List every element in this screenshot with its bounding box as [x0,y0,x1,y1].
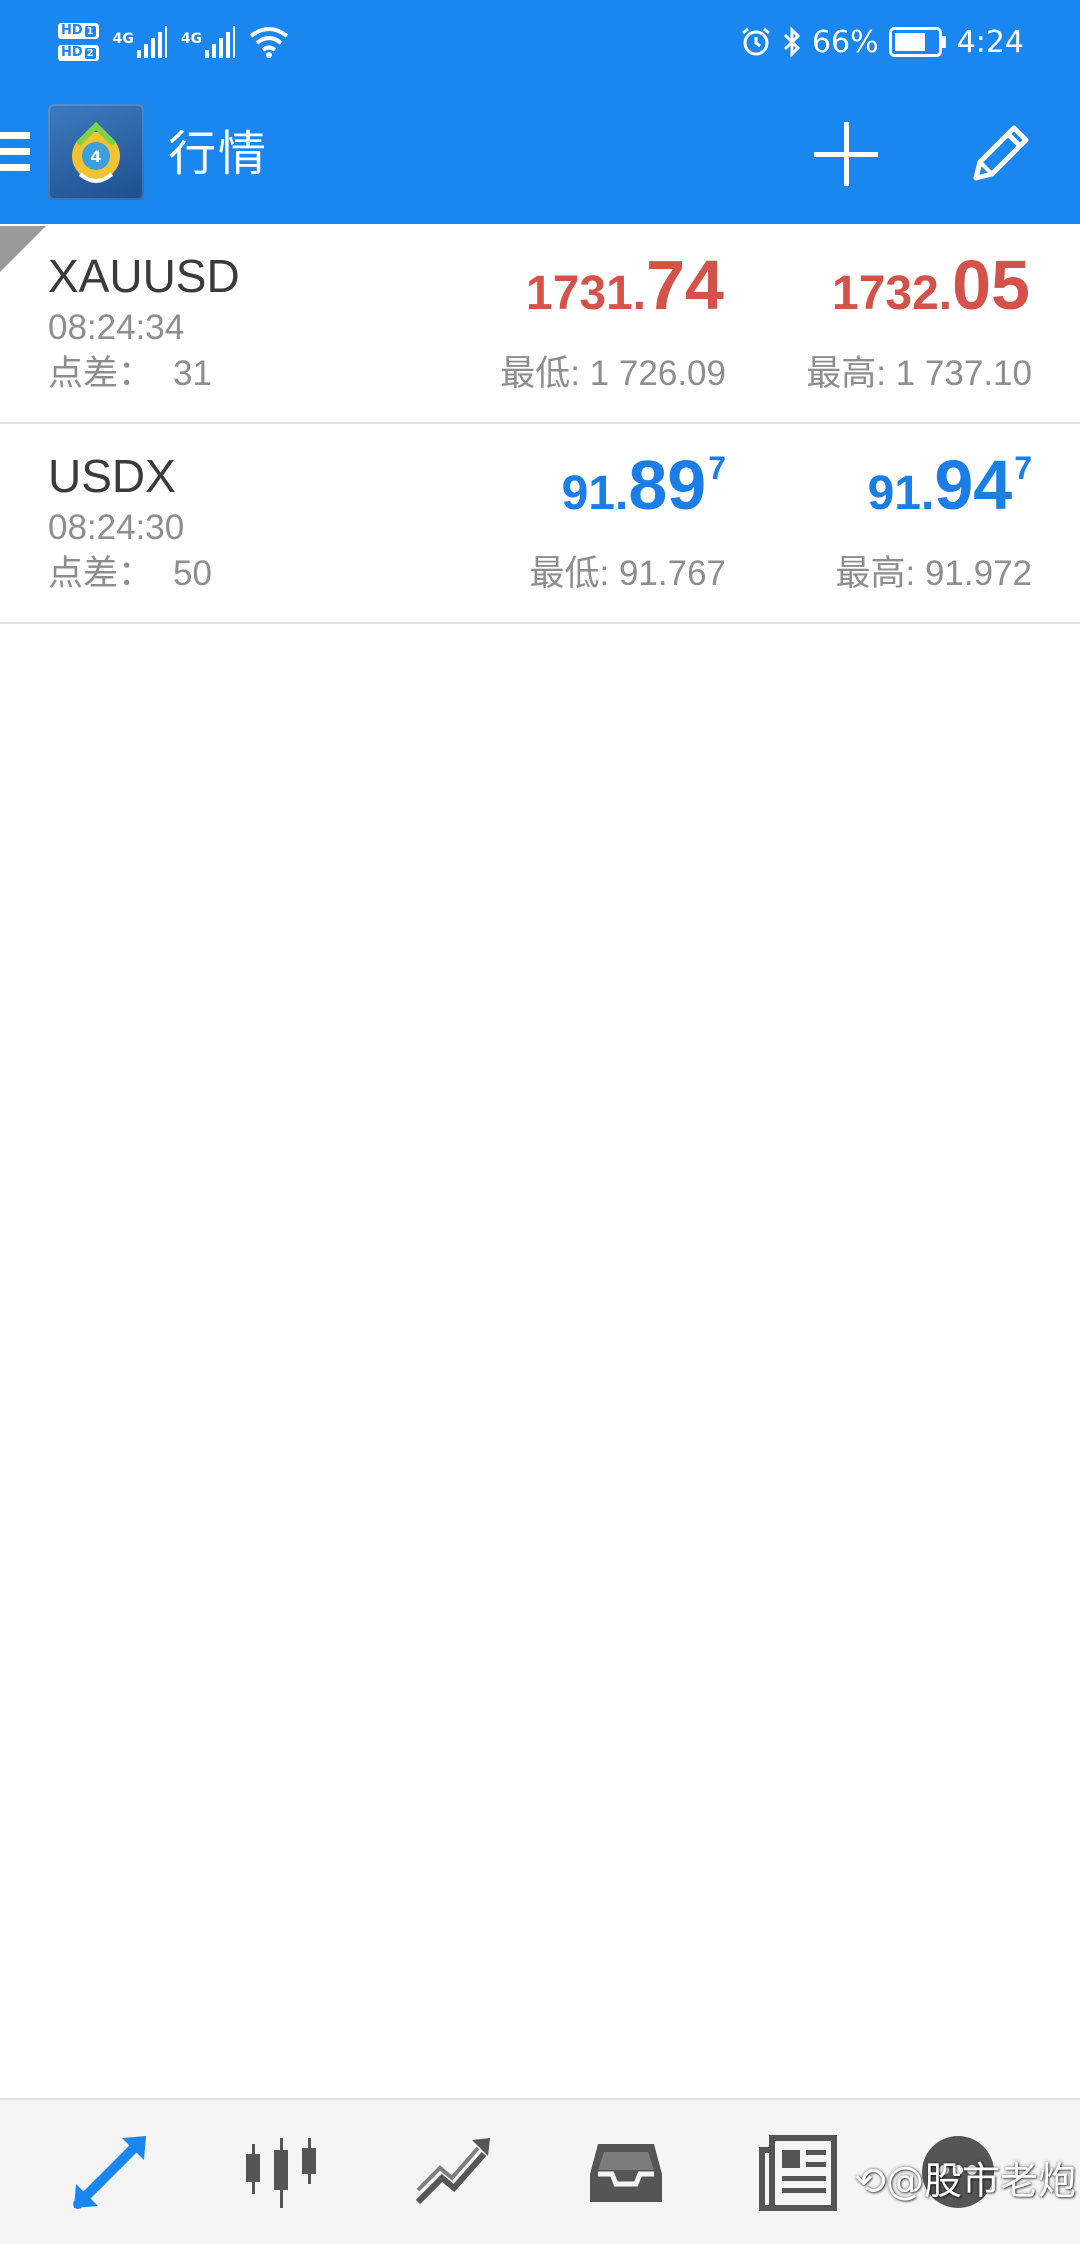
ask-price-small: 91. [867,467,935,520]
ask-price: 1732.05 [832,250,1032,330]
nav-history[interactable] [584,2130,668,2214]
alarm-icon [742,27,770,56]
trend-chart-icon [415,2138,490,2205]
symbol-name: USDX [48,450,176,502]
high-price: 最高: 1 737.10 [806,354,1032,393]
spread-label: 点差： [48,554,154,593]
bid-price-big: 74 [646,246,724,324]
bid-price-big: 89 [628,446,707,524]
edit-button[interactable] [968,118,1034,188]
ask-price-small: 1732. [832,267,953,320]
signal-group-2: 4G [180,26,236,58]
bottom-navigation: ⟲@股市老炮 [0,2098,1080,2244]
nav-quotes[interactable] [68,2130,152,2214]
hd-indicator: HD 1 HD 2 [58,23,99,61]
signal-group-1: 4G [113,26,167,58]
bid-price-sup: 7 [708,450,726,486]
hd1-text: HD [61,23,83,38]
quote-time: 08:24:30 [48,508,185,547]
hd2-text: HD [61,45,83,60]
battery-icon [888,27,946,57]
add-symbol-button[interactable] [812,120,880,188]
app-bar: 4 行情 [0,96,1080,224]
watermark: ⟲@股市老炮 [854,2159,1076,2203]
clock: 4:24 [956,24,1024,60]
high-price: 最高: 91.972 [835,554,1033,593]
spread-value: 50 [173,554,212,593]
hd1-badge: HD 1 [58,23,99,39]
hamburger-menu-icon[interactable] [0,132,30,178]
wifi-icon [249,27,289,58]
signal-bars-icon [136,26,167,58]
inbox-tray-icon [590,2144,662,2202]
low-price: 最低: 91.767 [529,554,727,593]
quotes-arrows-icon [73,2136,146,2209]
nav-chart[interactable] [240,2130,324,2214]
spread-value: 31 [173,354,212,393]
bid-price-small: 1731. [526,267,647,320]
metatrader-logo: 4 [48,104,144,200]
network-type-2: 4G [180,31,203,47]
top-bar: HD 1 HD 2 4G 4G 66% 4:24 4 行情 [0,0,1080,224]
quote-row[interactable]: USDX 08:24:30 点差： 50 91.897 91.947 最低: 91… [0,426,1080,624]
selected-corner-marker [0,226,46,272]
symbol-name: XAUUSD [48,250,240,302]
page-title: 行情 [168,126,269,182]
battery-percent: 66% [811,24,879,60]
quote-row[interactable]: XAUUSD 08:24:34 点差： 31 1731.74 1732.05 最低… [0,226,1080,424]
status-bar: HD 1 HD 2 4G 4G 66% 4:24 [0,0,1080,84]
status-bar-right: 66% 4:24 [740,12,1024,72]
news-icon [759,2135,837,2211]
quote-time: 08:24:34 [48,308,185,347]
ask-price-big: 94 [934,446,1013,524]
app-logo-icon: 4 [72,121,120,183]
ask-price-big: 05 [952,246,1030,324]
spread-info: 点差： 50 [48,554,212,594]
hd1-sub: 1 [84,25,96,37]
candlestick-chart-icon [246,2138,316,2208]
spread-info: 点差： 31 [48,354,212,394]
ask-price: 91.947 [868,450,1032,530]
bluetooth-icon [783,26,801,58]
plus-icon [814,122,878,186]
spread-label: 点差： [48,354,154,393]
nav-trade[interactable] [412,2130,496,2214]
bid-price: 91.897 [562,450,726,530]
hd2-badge: HD 2 [58,45,99,61]
bid-price-small: 91. [561,467,629,520]
low-price: 最低: 1 726.09 [500,354,726,393]
pencil-icon [973,125,1029,181]
bid-price: 1731.74 [526,250,726,330]
status-bar-left: HD 1 HD 2 4G 4G [58,12,289,72]
ask-price-sup: 7 [1014,450,1032,486]
svg-text:4: 4 [90,147,101,166]
network-type-1: 4G [112,31,134,47]
nav-news[interactable] [756,2130,840,2214]
signal-bars-icon [205,26,236,58]
hd2-sub: 2 [84,47,96,59]
